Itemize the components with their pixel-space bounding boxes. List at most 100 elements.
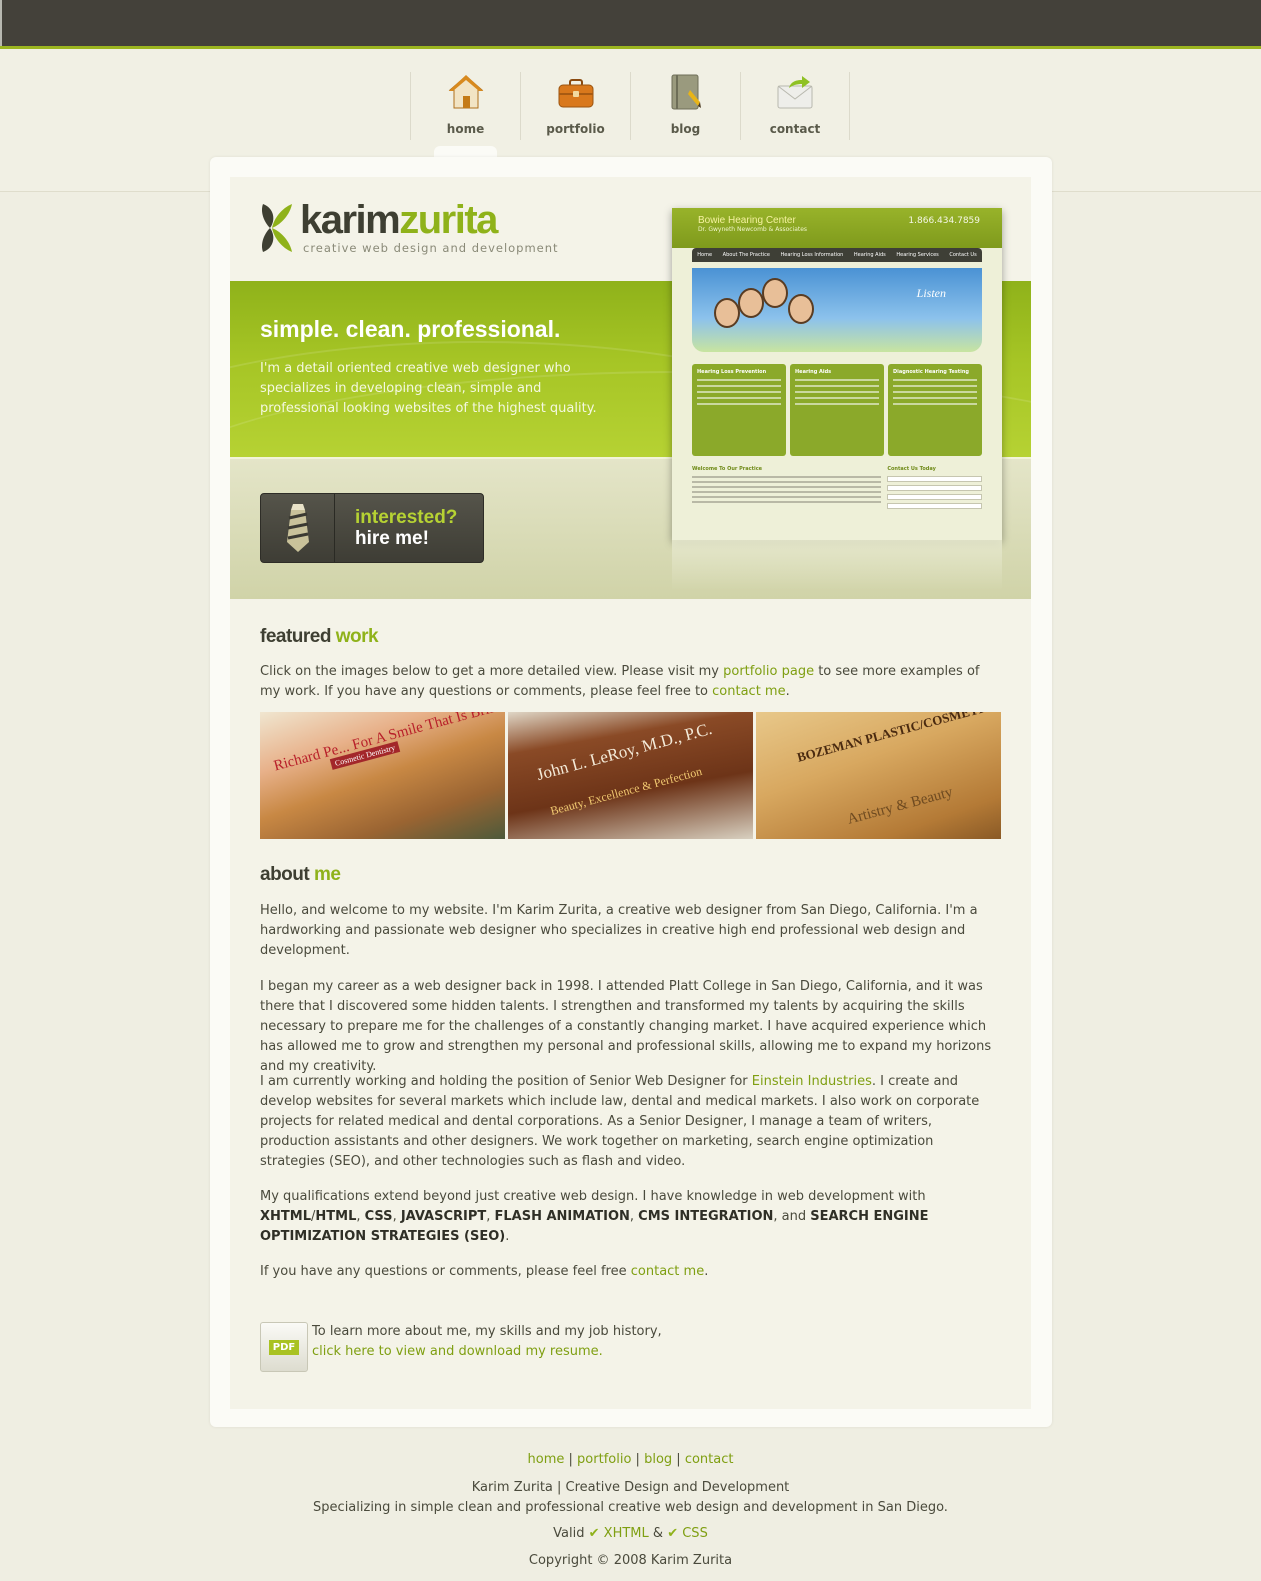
nav-item-blog[interactable]: blog — [630, 72, 740, 140]
screenshot-nav: Home About The Practice Hearing Loss Inf… — [692, 248, 982, 262]
screenshot-column: Hearing Loss Prevention — [692, 364, 786, 456]
einstein-industries-link[interactable]: Einstein Industries — [752, 1074, 872, 1089]
main-nav: home portfolio blog contact — [410, 72, 850, 152]
envelope-icon — [775, 72, 815, 112]
skill-html: HTML — [315, 1209, 357, 1224]
site-logo[interactable]: karimzurita creative web design and deve… — [260, 198, 580, 260]
nav-label-portfolio: portfolio — [546, 122, 605, 136]
about-p5-b: . — [704, 1264, 709, 1279]
logo-tagline: creative web design and development — [303, 241, 559, 255]
screenshot-bottom: Welcome To Our Practice Contact Us Today — [692, 466, 982, 509]
footer-link-contact[interactable]: contact — [685, 1452, 734, 1467]
screenshot-nav-item: Hearing Services — [896, 252, 939, 258]
about-paragraph-2: I began my career as a web designer back… — [260, 979, 992, 1074]
screenshot-subtitle: Dr. Gwyneth Newcomb & Associates — [698, 226, 808, 233]
valid-css-link[interactable]: CSS — [682, 1526, 708, 1541]
notebook-icon — [666, 72, 706, 112]
screenshot-nav-item: Hearing Loss Information — [780, 252, 844, 258]
screenshot-column-title: Diagnostic Hearing Testing — [893, 369, 969, 375]
logo-name: karimzurita — [300, 198, 498, 243]
about-heading: about me — [260, 864, 341, 886]
photo-face — [788, 294, 814, 324]
featured-heading-b: work — [335, 626, 379, 647]
skill-sep: , — [356, 1209, 365, 1224]
thumbnail-caption: BOZEMAN PLASTIC/COSMETIC — [795, 712, 994, 765]
about-paragraph-4: My qualifications extend beyond just cre… — [260, 1187, 1000, 1247]
screenshot-nav-item: Contact Us — [949, 252, 977, 258]
screenshot-column: Diagnostic Hearing Testing — [888, 364, 982, 456]
featured-text-3: . — [785, 684, 790, 699]
photo-face — [762, 278, 788, 308]
hire-line-2: hire me! — [355, 528, 429, 549]
hire-me-button[interactable]: interested? hire me! — [260, 493, 484, 563]
footer-link-portfolio[interactable]: portfolio — [577, 1452, 631, 1467]
screenshot-nav-item: Home — [697, 252, 713, 258]
pdf-badge: PDF — [268, 1339, 300, 1355]
top-bar — [0, 0, 1261, 46]
photo-face — [714, 298, 740, 328]
skill-sep: , — [392, 1209, 401, 1224]
about-p3-a: I am currently working and holding the p… — [260, 1074, 752, 1089]
contact-me-link-2[interactable]: contact me — [631, 1264, 704, 1279]
portfolio-thumbnail[interactable]: BOZEMAN PLASTIC/COSMETIC Artistry & Beau… — [756, 712, 1001, 839]
screenshot-hero-text: Listen — [916, 286, 946, 300]
resume-download-link[interactable]: click here to view and download my resum… — [312, 1344, 603, 1359]
about-paragraph-5: If you have any questions or comments, p… — [260, 1262, 1000, 1282]
about-p5-a: If you have any questions or comments, p… — [260, 1264, 631, 1279]
footer-valid-label: Valid — [553, 1526, 585, 1541]
hero-text: I'm a detail oriented creative web desig… — [260, 361, 597, 416]
featured-text-1: Click on the images below to get a more … — [260, 664, 724, 679]
valid-xhtml-link[interactable]: XHTML — [604, 1526, 649, 1541]
skill-sep: , — [629, 1209, 639, 1224]
featured-thumbnails: Richard Pe... For A Smile That Is Brilli… — [260, 712, 1001, 839]
about-p4-a: My qualifications extend beyond just cre… — [260, 1189, 926, 1204]
nav-label-home: home — [446, 122, 485, 136]
checkmark-icon: ✔ — [667, 1526, 679, 1541]
screenshot-reflection — [672, 540, 1002, 590]
featured-heading-a: featured — [260, 626, 331, 647]
thumbnail-caption-2: Artistry & Beauty — [845, 784, 955, 828]
skill-xhtml: XHTML — [260, 1209, 311, 1224]
about-heading-b: me — [314, 864, 341, 885]
contact-me-link[interactable]: contact me — [712, 684, 785, 699]
logo-last-name: zurita — [399, 198, 498, 242]
pdf-icon[interactable]: PDF — [260, 1322, 308, 1372]
nav-item-contact[interactable]: contact — [740, 72, 850, 140]
about-paragraph-3: I am currently working and holding the p… — [260, 1072, 1000, 1172]
skill-flash: FLASH ANIMATION — [494, 1209, 630, 1224]
portfolio-thumbnail[interactable]: John L. LeRoy, M.D., P.C. Beauty, Excell… — [508, 712, 753, 839]
skill-sep: . — [505, 1229, 510, 1244]
footer-sep: | — [568, 1452, 573, 1467]
nav-item-portfolio[interactable]: portfolio — [520, 72, 630, 140]
footer-link-home[interactable]: home — [528, 1452, 565, 1467]
footer-link-blog[interactable]: blog — [644, 1452, 672, 1467]
about-paragraph-1: Hello, and welcome to my website. I'm Ka… — [260, 903, 978, 958]
house-icon — [446, 72, 486, 112]
featured-text: Click on the images below to get a more … — [260, 662, 1000, 702]
screenshot-contact-title: Contact Us Today — [887, 466, 936, 472]
featured-site-screenshot[interactable]: Bowie Hearing Center Dr. Gwyneth Newcomb… — [672, 208, 1002, 540]
footer-validation: Valid ✔ XHTML & ✔ CSS — [0, 1526, 1261, 1541]
skill-sep: , — [486, 1209, 495, 1224]
screenshot-contact: Contact Us Today — [887, 466, 982, 509]
resume-block: To learn more about me, my skills and my… — [312, 1322, 662, 1362]
checkmark-icon: ✔ — [588, 1526, 600, 1541]
screenshot-header: Bowie Hearing Center Dr. Gwyneth Newcomb… — [672, 208, 1002, 248]
nav-item-home[interactable]: home — [410, 72, 520, 140]
logo-first-name: karim — [300, 198, 401, 242]
nav-label-contact: contact — [769, 122, 821, 136]
screenshot-welcome: Welcome To Our Practice — [692, 466, 882, 509]
footer-copyright: Copyright © 2008 Karim Zurita — [528, 1553, 733, 1568]
screenshot-nav-item: Hearing Aids — [853, 252, 886, 258]
skill-sep: , and — [773, 1209, 811, 1224]
screenshot-column: Hearing Aids — [790, 364, 884, 456]
portfolio-thumbnail[interactable]: Richard Pe... For A Smile That Is Brilli… — [260, 712, 505, 839]
screenshot-columns: Hearing Loss Prevention Hearing Aids Dia… — [692, 364, 982, 456]
hire-line-1: interested? — [355, 507, 458, 528]
portfolio-page-link[interactable]: portfolio page — [723, 664, 814, 679]
photo-face — [738, 288, 764, 318]
nav-label-blog: blog — [670, 122, 701, 136]
screenshot-column-title: Hearing Aids — [795, 369, 832, 375]
featured-heading: featured work — [260, 626, 379, 648]
briefcase-icon — [556, 72, 596, 112]
